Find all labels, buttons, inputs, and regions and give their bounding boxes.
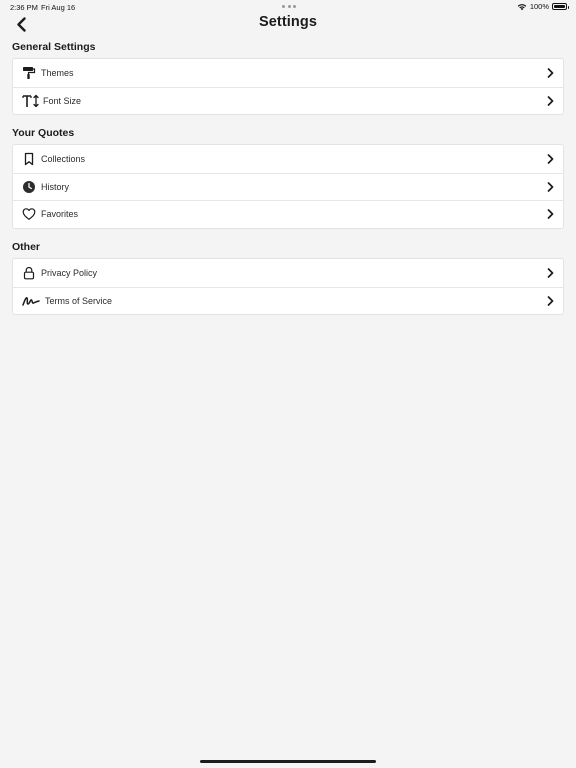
chevron-right-icon xyxy=(547,209,554,220)
chevron-right-icon xyxy=(547,267,554,278)
settings-row-label: Font Size xyxy=(43,95,82,106)
heart-icon xyxy=(22,207,36,221)
your-quotes-group: Collections History Favorites xyxy=(12,144,564,229)
settings-row-label: Themes xyxy=(41,67,74,78)
page-title: Settings xyxy=(259,14,317,30)
clock-icon xyxy=(22,180,36,194)
chevron-right-icon xyxy=(547,182,554,192)
battery-percentage: 100% xyxy=(529,2,549,11)
settings-row-label: Collections xyxy=(41,153,86,164)
multitasking-dots-icon[interactable] xyxy=(282,5,296,9)
paint-roller-icon xyxy=(22,66,36,80)
general-settings-group: Themes Font Size xyxy=(12,58,564,116)
text-size-icon xyxy=(22,94,40,108)
chevron-right-icon xyxy=(547,153,554,164)
chevron-right-icon xyxy=(547,96,554,106)
battery-level-fill xyxy=(554,5,565,8)
chevron-right-icon xyxy=(547,296,554,306)
settings-row-history[interactable]: History xyxy=(13,172,563,201)
settings-row-favorites[interactable]: Favorites xyxy=(13,200,563,228)
settings-row-themes[interactable]: Themes xyxy=(13,59,563,87)
section-header-other: Other xyxy=(12,241,41,253)
bookmark-icon xyxy=(22,152,36,166)
other-group: Privacy Policy Terms of Service xyxy=(12,258,564,316)
settings-row-label: History xyxy=(41,181,70,192)
settings-row-collections[interactable]: Collections xyxy=(13,145,563,173)
empty-content-area xyxy=(12,320,564,768)
settings-row-label: Privacy Policy xyxy=(41,267,98,278)
settings-row-terms-of-service[interactable]: Terms of Service xyxy=(13,286,563,315)
battery-icon xyxy=(552,3,569,10)
status-date: Fri Aug 16 xyxy=(41,3,76,12)
wifi-icon xyxy=(517,3,527,10)
status-indicators: 100% xyxy=(517,2,569,11)
signature-icon xyxy=(22,294,40,308)
status-time: 2:36 PM xyxy=(10,3,38,12)
home-indicator[interactable] xyxy=(200,760,376,763)
settings-row-label: Terms of Service xyxy=(45,295,113,306)
settings-row-privacy-policy[interactable]: Privacy Policy xyxy=(13,259,563,287)
navigation-bar: Settings xyxy=(0,12,576,34)
lock-icon xyxy=(22,266,36,280)
chevron-right-icon xyxy=(547,67,554,78)
settings-screen: 2:36 PM Fri Aug 16 100% Settings General… xyxy=(0,0,576,768)
settings-row-label: Favorites xyxy=(41,209,79,220)
section-header-your-quotes: Your Quotes xyxy=(12,127,75,139)
section-header-general-settings: General Settings xyxy=(12,41,96,53)
settings-row-font-size[interactable]: Font Size xyxy=(13,86,563,115)
